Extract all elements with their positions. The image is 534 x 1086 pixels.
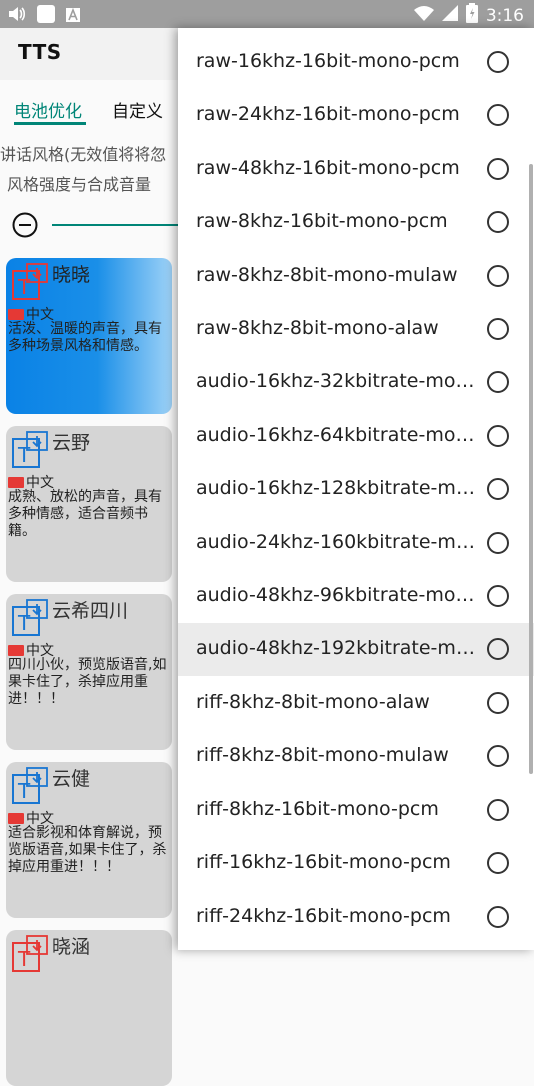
- radio-button[interactable]: [487, 852, 509, 874]
- voice-card[interactable]: T 云健 中文 适合影视和体育解说，预览版语音,如果卡住了，杀掉应用重进！！！: [6, 762, 172, 918]
- voice-name: 云野: [52, 432, 91, 454]
- voice-card[interactable]: T 云希四川 中文 四川小伙，预览版语音,如果卡住了，杀掉应用重进！！！: [6, 594, 172, 750]
- voice-name: 云健: [52, 768, 91, 790]
- speaking-style-hint: 讲话风格(无效值将将忽: [0, 145, 167, 164]
- volume-icon: [8, 6, 26, 26]
- radio-button[interactable]: [487, 532, 509, 554]
- tts-voice-icon: T: [10, 598, 50, 638]
- svg-text:T: T: [17, 947, 31, 971]
- format-option-label: raw-8khz-16bit-mono-pcm: [196, 210, 448, 232]
- format-option[interactable]: raw-16khz-16bit-mono-pcm: [178, 36, 534, 89]
- tab-indicator: [14, 122, 86, 125]
- radio-button[interactable]: [487, 585, 509, 607]
- radio-button[interactable]: [487, 265, 509, 287]
- radio-button[interactable]: [487, 211, 509, 233]
- format-option[interactable]: audio-16khz-32kbitrate-mono-mp3: [178, 356, 534, 409]
- audio-format-dialog: raw-16khz-16bit-mono-pcm raw-24khz-16bit…: [178, 28, 534, 950]
- format-option-label: raw-48khz-16bit-mono-pcm: [196, 157, 460, 179]
- format-option-label: riff-16khz-16bit-mono-pcm: [196, 851, 451, 873]
- format-option[interactable]: raw-8khz-8bit-mono-alaw: [178, 303, 534, 356]
- svg-text:T: T: [17, 611, 31, 635]
- format-option-label: raw-8khz-8bit-mono-mulaw: [196, 264, 458, 286]
- format-option-label: riff-8khz-8bit-mono-mulaw: [196, 744, 449, 766]
- radio-button[interactable]: [487, 425, 509, 447]
- radio-button[interactable]: [487, 371, 509, 393]
- voice-description: 成熟、放松的声音，具有多种情感，适合音频书籍。: [8, 489, 162, 539]
- voice-name: 云希四川: [52, 600, 129, 622]
- battery-icon: [465, 3, 478, 28]
- radio-button[interactable]: [487, 906, 509, 928]
- voice-card[interactable]: T 晓晓 中文 活泼、温暖的声音，具有多种场景风格和情感。: [6, 258, 172, 414]
- svg-text:T: T: [17, 779, 31, 803]
- radio-button[interactable]: [487, 692, 509, 714]
- dialog-scrollbar[interactable]: [529, 164, 533, 774]
- voice-description: 适合影视和体育解说，预览版语音,如果卡住了，杀掉应用重进！！！: [8, 825, 167, 875]
- format-option-label: audio-16khz-64kbitrate-mono-mp3: [196, 424, 482, 446]
- status-bar: 3:16: [0, 0, 534, 28]
- tab-custom[interactable]: 自定义: [112, 97, 163, 122]
- tts-voice-icon: T: [10, 766, 50, 806]
- radio-button[interactable]: [487, 318, 509, 340]
- format-option[interactable]: riff-16khz-16bit-mono-pcm: [178, 837, 534, 890]
- format-option[interactable]: audio-48khz-96kbitrate-mono-mp3: [178, 570, 534, 623]
- format-option[interactable]: audio-16khz-128kbitrate-mono-mp3: [178, 463, 534, 516]
- svg-text:T: T: [17, 443, 31, 467]
- format-option[interactable]: riff-8khz-16bit-mono-pcm: [178, 784, 534, 837]
- radio-button[interactable]: [487, 638, 509, 660]
- format-option[interactable]: audio-48khz-192kbitrate-mono-mp3: [178, 623, 534, 676]
- voice-description: 四川小伙，预览版语音,如果卡住了，杀掉应用重进！！！: [8, 657, 167, 707]
- radio-button[interactable]: [487, 51, 509, 73]
- flag-icon: [8, 476, 24, 488]
- format-option-label: audio-16khz-32kbitrate-mono-mp3: [196, 370, 482, 392]
- format-option[interactable]: raw-8khz-16bit-mono-pcm: [178, 196, 534, 249]
- signal-icon: [441, 5, 458, 26]
- decrease-button[interactable]: [12, 212, 38, 238]
- square-icon: [36, 5, 56, 27]
- format-option[interactable]: riff-24khz-16bit-mono-pcm: [178, 891, 534, 944]
- a-badge-icon: [66, 7, 80, 26]
- format-option[interactable]: raw-8khz-8bit-mono-mulaw: [178, 250, 534, 303]
- format-option-label: riff-8khz-8bit-mono-alaw: [196, 691, 430, 713]
- wifi-icon: [413, 5, 434, 26]
- format-option-label: audio-48khz-192kbitrate-mono-mp3: [196, 637, 482, 659]
- format-option[interactable]: audio-24khz-160kbitrate-mono-mp3: [178, 517, 534, 570]
- radio-button[interactable]: [487, 745, 509, 767]
- format-option[interactable]: audio-16khz-64kbitrate-mono-mp3: [178, 410, 534, 463]
- voice-name: 晓晓: [52, 264, 91, 286]
- flag-icon: [8, 644, 24, 656]
- style-strength-label: 风格强度与合成音量: [7, 175, 152, 194]
- tts-voice-icon: T: [10, 430, 50, 470]
- radio-button[interactable]: [487, 799, 509, 821]
- tab-battery-optimization[interactable]: 电池优化: [14, 97, 82, 122]
- app-title: TTS: [18, 40, 62, 64]
- radio-button[interactable]: [487, 104, 509, 126]
- radio-button[interactable]: [487, 158, 509, 180]
- format-option[interactable]: raw-24khz-16bit-mono-pcm: [178, 89, 534, 142]
- format-option-label: audio-16khz-128kbitrate-mono-mp3: [196, 477, 482, 499]
- format-option[interactable]: raw-48khz-16bit-mono-pcm: [178, 143, 534, 196]
- tts-voice-icon: T: [10, 262, 50, 302]
- format-option-label: raw-16khz-16bit-mono-pcm: [196, 50, 460, 72]
- format-option[interactable]: riff-8khz-8bit-mono-alaw: [178, 677, 534, 730]
- tts-voice-icon: T: [10, 934, 50, 974]
- flag-icon: [8, 812, 24, 824]
- clock: 3:16: [485, 5, 524, 26]
- format-option-label: audio-24khz-160kbitrate-mono-mp3: [196, 531, 482, 553]
- format-option-label: riff-8khz-16bit-mono-pcm: [196, 798, 439, 820]
- voice-description: 活泼、温暖的声音，具有多种场景风格和情感。: [8, 321, 162, 354]
- format-option-label: raw-8khz-8bit-mono-alaw: [196, 317, 439, 339]
- voice-card[interactable]: T 云野 中文 成熟、放松的声音，具有多种情感，适合音频书籍。: [6, 426, 172, 582]
- format-option[interactable]: riff-8khz-8bit-mono-mulaw: [178, 730, 534, 783]
- format-option-label: riff-24khz-16bit-mono-pcm: [196, 905, 451, 927]
- voice-card[interactable]: T 晓涵: [6, 930, 172, 1086]
- voice-name: 晓涵: [52, 936, 91, 958]
- flag-icon: [8, 308, 24, 320]
- format-option-label: raw-24khz-16bit-mono-pcm: [196, 103, 460, 125]
- radio-button[interactable]: [487, 478, 509, 500]
- format-option-label: audio-48khz-96kbitrate-mono-mp3: [196, 584, 482, 606]
- minus-circle-icon: [12, 212, 38, 238]
- svg-text:T: T: [17, 275, 31, 299]
